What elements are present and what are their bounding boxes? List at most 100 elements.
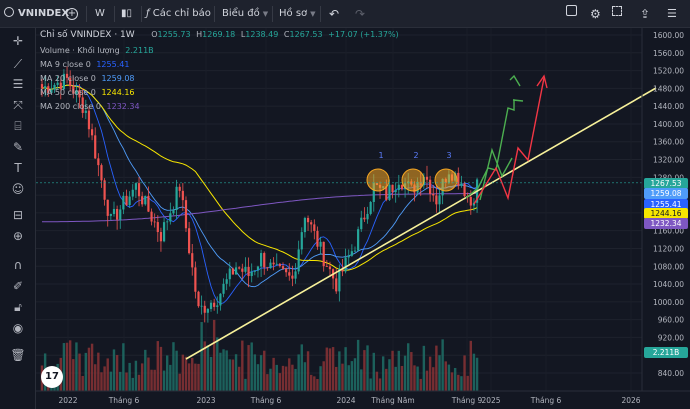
peak-label: 2 [413,151,418,160]
moving-averages [41,84,478,305]
chart-type-button[interactable]: ▮▯ [121,0,132,28]
trendline [185,87,657,360]
volume-bar [288,358,291,391]
candle-body [366,213,369,220]
volume-bar [263,350,266,391]
top-toolbar: VNINDEX + W ▮▯ ƒ Các chỉ báo Biểu đồ ▼ Hồ… [0,0,690,28]
candle-body [306,217,310,223]
text-icon[interactable]: T [9,159,27,177]
candle-body [350,251,353,256]
profile-button[interactable]: Hồ sơ ▼ [279,0,316,28]
fullscreen-icon[interactable] [612,0,622,28]
volume-bar [156,341,160,391]
volume-bar [225,350,228,391]
volume-bar [131,377,134,391]
volume-bar [381,356,385,391]
candle-body [166,221,169,223]
candle-body [397,184,400,190]
volume-bar [250,342,253,391]
price-tick-label: 1360.00 [653,138,684,147]
screenshot-search-icon[interactable] [566,0,577,28]
volume-bar [137,374,141,391]
volume-bar [184,356,188,391]
volume-bar [338,351,341,391]
candle-body [191,253,194,268]
candle-body [56,82,59,85]
fib-icon[interactable]: ☰ [9,75,27,93]
settings-icon[interactable]: ⚙ [590,0,601,28]
charts-button[interactable]: Biểu đồ ▼ [222,0,268,28]
candle-body [103,180,106,200]
indicators-button[interactable]: ƒ Các chỉ báo [146,0,211,28]
candle-body [291,275,294,279]
crosshair-icon[interactable]: ✛ [9,32,27,50]
volume-bar [306,351,310,391]
compare-button[interactable]: + [66,0,78,28]
candle-body [147,195,150,212]
candle-body [131,189,134,197]
emoji-icon[interactable]: ☺ [9,180,27,198]
volume-bar [166,355,169,391]
peak-label: 1 [378,151,383,160]
legend-volume-row[interactable]: Volume · Khối lượng 2.211B [40,46,154,55]
volume-bar [403,355,407,391]
volume-bar [291,364,294,391]
candle-body [184,200,188,229]
eye-icon[interactable]: ◉ [9,319,27,337]
legend-ma20-row[interactable]: MA 20 close 0 1259.08 [40,74,135,83]
lock-icon[interactable]: 🔓︎ [9,298,27,316]
volume-label: Volume · Khối lượng [40,46,120,55]
interval-button[interactable]: W [95,0,105,28]
volume-bar [366,345,369,391]
legend-ma50-row[interactable]: MA 50 close 0 1244.16 [40,88,135,97]
menu-icon[interactable]: ☰ [667,0,677,28]
magnet-icon[interactable]: ∩ [9,256,27,274]
volume-bar [385,368,388,391]
candle-body [256,266,260,271]
candle-body [200,305,203,307]
symbol-search[interactable]: VNINDEX [4,0,69,28]
volume-bar [75,342,78,391]
trash-icon[interactable]: 🗑︎ [9,346,27,364]
price-tick-label: 840.00 [658,369,684,378]
trendline-icon[interactable]: ⟋ [9,55,27,73]
volume-bar [363,350,366,391]
tradingview-logo[interactable]: 17 [41,366,63,388]
volume-bar [150,369,153,391]
brush-icon[interactable]: ⌸ [9,117,27,135]
candle-body [112,208,116,214]
candle-body [213,302,216,307]
candle-body [335,278,338,292]
candle-body [272,262,275,265]
volume-bar [81,375,84,391]
candle-body [338,268,341,292]
volume-bar [335,366,338,391]
pen-icon[interactable]: ✎ [9,138,27,156]
ruler-icon[interactable]: ⊟ [9,206,27,224]
candle-body [197,291,200,307]
volume-bar [159,346,163,391]
volume-bar [272,357,275,391]
redo-icon[interactable]: ↷ [355,0,365,28]
undo-icon[interactable]: ↶ [329,0,339,28]
legend-ma200-row[interactable]: MA 200 close 0 1232.34 [40,102,140,111]
charts-label: Biểu đồ [222,8,260,19]
zoom-icon[interactable]: ⊕ [9,227,27,245]
share-icon[interactable]: ⇪ [640,0,650,28]
pattern-icon[interactable]: ⤧ [9,96,27,114]
volume-bar [231,359,235,391]
green-arrow-head [509,74,521,87]
volume-bar [256,364,260,391]
red-arrow [473,77,545,205]
volume-bar [144,349,147,391]
volume-bar [259,355,263,391]
price-chart[interactable]: 1 2 3 1600.00 1560.00 1520.00 1480.00 1440.00 1… [36,28,690,409]
candle-body [216,305,219,307]
candle-body [319,241,322,247]
volume-bar [463,355,466,391]
volume-bar [216,337,219,391]
volume-bar [294,368,297,391]
chart-title[interactable]: Chỉ số VNINDEX · 1W [40,30,135,40]
legend-ma9-row[interactable]: MA 9 close 0 1255.41 [40,60,129,69]
pencil-lock-icon[interactable]: ✐ [9,277,27,295]
